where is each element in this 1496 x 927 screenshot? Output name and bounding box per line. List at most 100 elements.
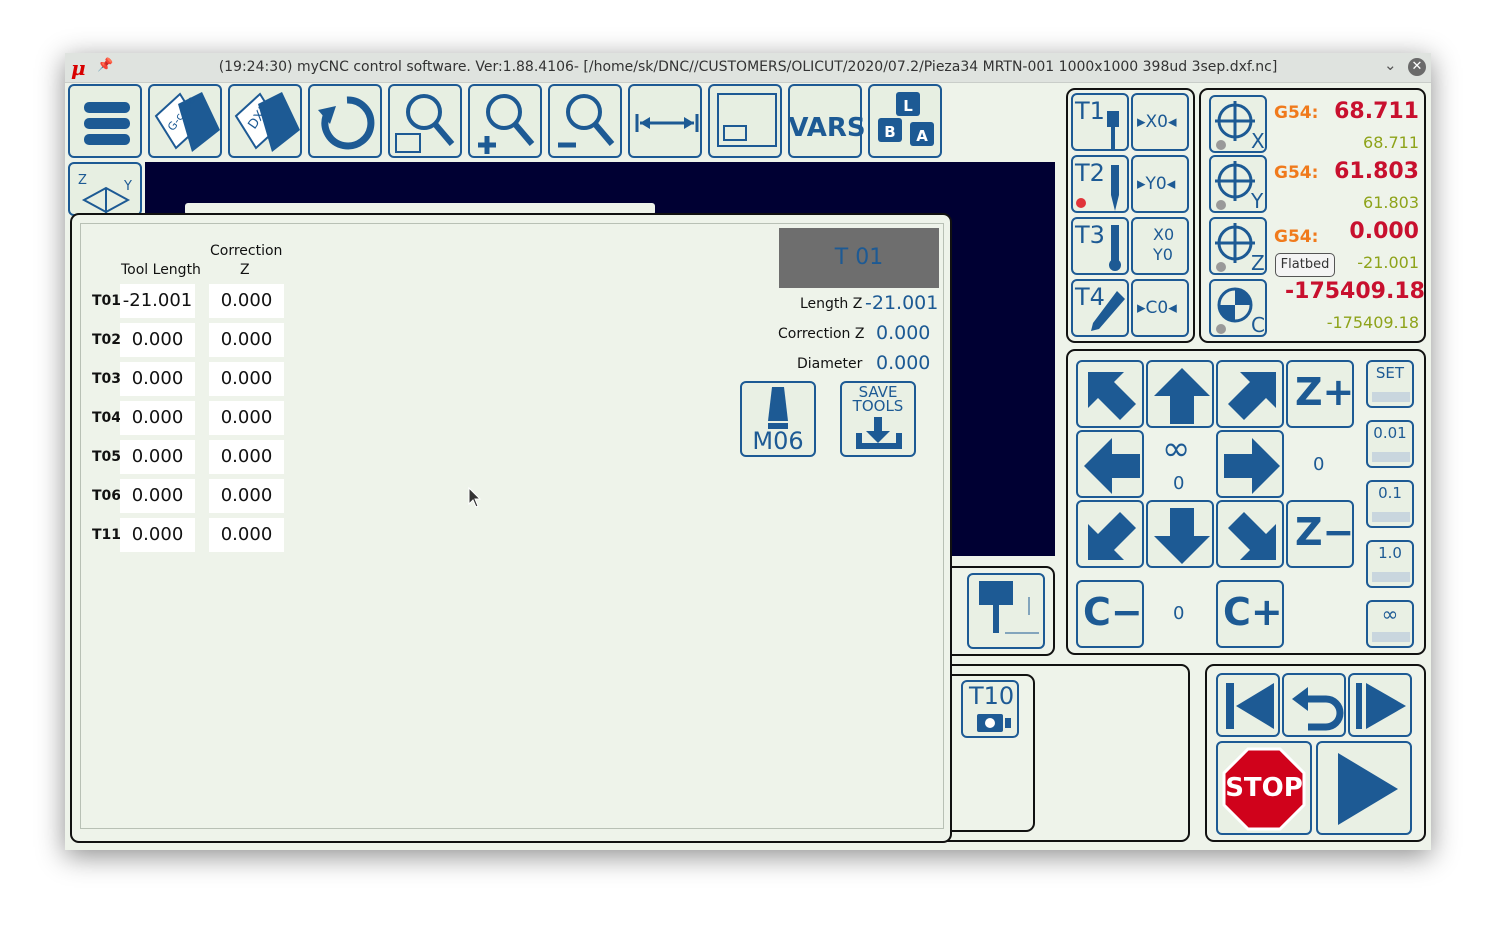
zoom-out-button[interactable]: [548, 84, 622, 158]
axis-x-button[interactable]: X: [1209, 95, 1267, 153]
dxf-file-icon: DXF: [234, 92, 300, 152]
jog-up-left-button[interactable]: [1076, 360, 1144, 428]
tool-3-button[interactable]: T3: [1071, 217, 1129, 275]
start-button[interactable]: [1316, 741, 1412, 835]
arrow-down-right-icon: [1228, 512, 1276, 560]
svg-text:VARS: VARS: [790, 113, 864, 143]
skip-back-icon: [1226, 683, 1274, 729]
tool-10-button[interactable]: T10: [961, 680, 1019, 738]
c-plus-label: C+: [1223, 590, 1283, 634]
view-3d-button[interactable]: Z Y: [68, 162, 142, 216]
x-wcs-label: G54:: [1274, 103, 1319, 123]
tool-change-m06-button[interactable]: M06: [740, 381, 816, 457]
tool-length-cell[interactable]: 0.000: [120, 362, 195, 396]
jog-left-button[interactable]: [1076, 430, 1144, 498]
zoom-in-icon: [478, 94, 535, 154]
stop-button[interactable]: STOP: [1216, 741, 1312, 835]
tool-length-cell[interactable]: 0.000: [120, 440, 195, 474]
tool-length-cell[interactable]: 0.000: [120, 479, 195, 513]
jog-z-plus-button[interactable]: Z+: [1286, 360, 1354, 428]
step-1-0-button[interactable]: 1.0: [1366, 540, 1414, 588]
current-tool-header: T 01: [779, 228, 939, 288]
arrow-right-icon: [1224, 438, 1280, 494]
c-minus-label: C−: [1083, 590, 1143, 634]
stop-label: STOP: [1225, 773, 1303, 803]
correction-z-cell[interactable]: 0.000: [209, 518, 284, 552]
svg-text:Y: Y: [123, 179, 132, 194]
correction-z-cell[interactable]: 0.000: [209, 284, 284, 318]
axis-z-button[interactable]: Z: [1209, 217, 1267, 275]
zoom-fit-button[interactable]: [388, 84, 462, 158]
axis-y-label: Y: [1251, 189, 1264, 213]
correction-z-cell[interactable]: 0.000: [209, 440, 284, 474]
step-0-01-button[interactable]: 0.01: [1366, 420, 1414, 468]
jog-z-minus-button[interactable]: Z−: [1286, 500, 1354, 568]
title-bar[interactable]: μ 📌 (19:24:30) myCNC control software. V…: [65, 53, 1431, 83]
length-z-label: Length Z: [800, 296, 863, 312]
ruler-measure-icon: [635, 114, 699, 132]
open-gcode-button[interactable]: G-code: [148, 84, 222, 158]
z-machine-value: -21.001: [1357, 253, 1419, 272]
step-forward-button[interactable]: [1348, 673, 1412, 737]
tool-table-dialog: Tool Length Correction Z T01 -21.001 0.0…: [70, 213, 952, 843]
tool-1-button[interactable]: T1: [1071, 93, 1129, 151]
restart-button[interactable]: [1282, 673, 1346, 737]
tool-length-cell[interactable]: -21.001: [120, 284, 195, 318]
jog-down-left-button[interactable]: [1076, 500, 1144, 568]
zoom-in-button[interactable]: [468, 84, 542, 158]
arrow-down-left-icon: [1088, 512, 1136, 560]
step-set-button[interactable]: SET: [1366, 360, 1414, 408]
header-correction-z: Z: [240, 262, 250, 278]
zoom-out-icon: [558, 94, 615, 148]
layers-button[interactable]: L B A: [868, 84, 942, 158]
step-infinite-button[interactable]: ∞: [1366, 600, 1414, 648]
axis-c-button[interactable]: C: [1209, 279, 1267, 337]
open-dxf-button[interactable]: DXF: [228, 84, 302, 158]
variables-button[interactable]: VARS: [788, 84, 864, 158]
refresh-icon: [318, 96, 375, 150]
axis-y-button[interactable]: Y: [1209, 155, 1267, 213]
jog-down-button[interactable]: [1146, 500, 1214, 568]
zero-x-button[interactable]: ▸X0◂: [1131, 93, 1189, 151]
tool-measure-button[interactable]: [967, 573, 1045, 649]
tool-4-button[interactable]: T4: [1071, 279, 1129, 337]
jog-c-minus-button[interactable]: C−: [1076, 580, 1144, 648]
zero-xy-label-y: Y0: [1153, 245, 1173, 264]
frame-view-button[interactable]: [708, 84, 782, 158]
zero-y-button[interactable]: ▸Y0◂: [1131, 155, 1189, 213]
tool-length-cell[interactable]: 0.000: [120, 518, 195, 552]
m06-label: M06: [752, 427, 804, 455]
diameter-value: 0.000: [876, 352, 931, 374]
zero-xy-label-x: X0: [1153, 225, 1175, 244]
jog-c-plus-button[interactable]: C+: [1216, 580, 1284, 648]
reload-button[interactable]: [308, 84, 382, 158]
axis-x-label: X: [1251, 129, 1265, 153]
axis-c-label: C: [1251, 313, 1265, 337]
jog-up-right-button[interactable]: [1216, 360, 1284, 428]
menu-button[interactable]: [68, 84, 142, 158]
jog-right-button[interactable]: [1216, 430, 1284, 498]
ruler-icon: [1372, 632, 1410, 642]
zero-xy-button[interactable]: X0 Y0: [1131, 217, 1189, 275]
correction-z-cell[interactable]: 0.000: [209, 362, 284, 396]
measure-button[interactable]: [628, 84, 702, 158]
rewind-button[interactable]: [1216, 673, 1280, 737]
step-0-1-button[interactable]: 0.1: [1366, 480, 1414, 528]
correction-z-cell[interactable]: 0.000: [209, 479, 284, 513]
zero-c-button[interactable]: ▸C0◂: [1131, 279, 1189, 337]
minimize-chevron-icon[interactable]: ⌄: [1384, 56, 1397, 74]
z-work-value: 0.000: [1349, 219, 1419, 244]
svg-text:L: L: [903, 97, 913, 115]
correction-z-cell[interactable]: 0.000: [209, 401, 284, 435]
save-tools-button[interactable]: SAVE TOOLS: [840, 381, 916, 457]
tool-2-button[interactable]: T2: [1071, 155, 1129, 213]
jog-up-button[interactable]: [1146, 360, 1214, 428]
3d-axes-icon: Z Y: [78, 173, 132, 214]
close-window-button[interactable]: ✕: [1408, 58, 1426, 76]
play-icon: [1338, 753, 1398, 825]
tool-length-cell[interactable]: 0.000: [120, 323, 195, 357]
correction-z-cell[interactable]: 0.000: [209, 323, 284, 357]
probe-icon: [1109, 225, 1121, 271]
tool-length-cell[interactable]: 0.000: [120, 401, 195, 435]
jog-down-right-button[interactable]: [1216, 500, 1284, 568]
